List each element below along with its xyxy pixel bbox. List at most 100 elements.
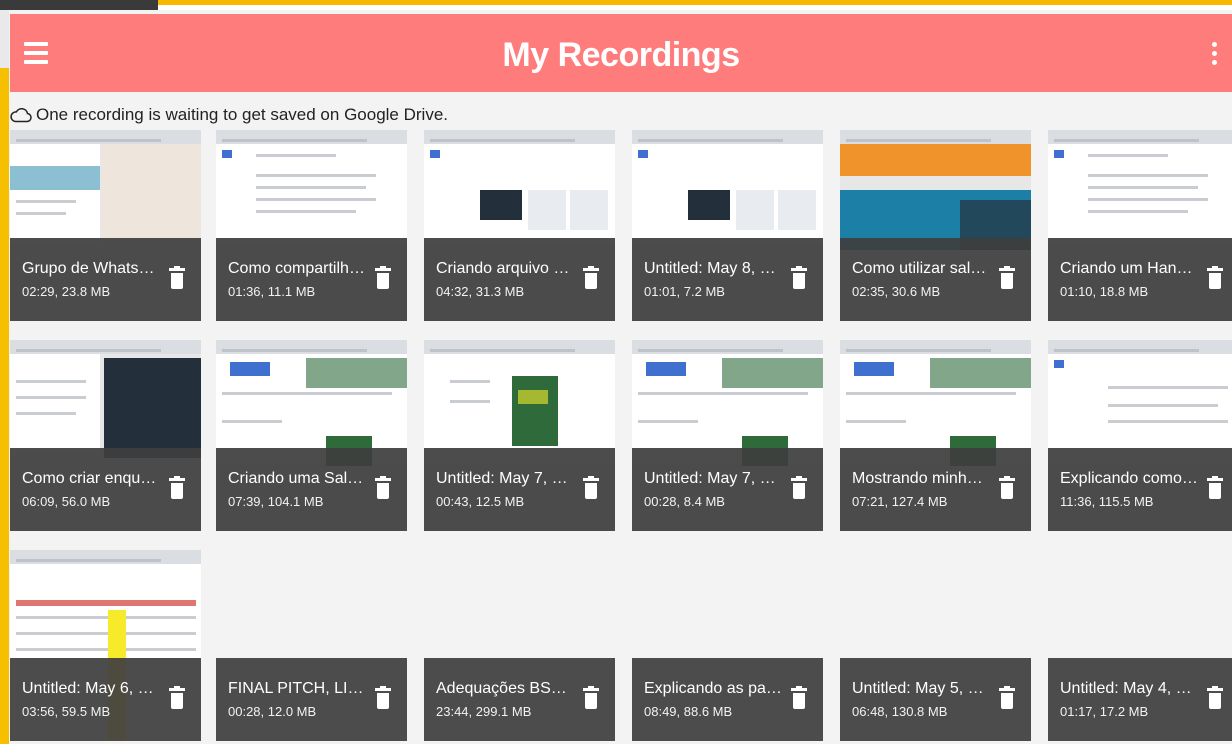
recording-meta: 03:56, 59.5 MB — [22, 704, 111, 719]
recording-info: Untitled: May 8, 202... 01:01, 7.2 MB — [632, 238, 823, 321]
recording-card[interactable]: Explicando as pasta... 08:49, 88.6 MB — [632, 550, 823, 741]
more-vert-icon[interactable] — [1210, 42, 1218, 68]
recording-info: Grupo de WhatsApp... 02:29, 23.8 MB — [10, 238, 201, 321]
recording-meta: 04:32, 31.3 MB — [436, 284, 525, 299]
trash-icon[interactable] — [169, 686, 185, 710]
recording-meta: 00:43, 12.5 MB — [436, 494, 525, 509]
recording-title: FINAL PITCH, LIST... — [228, 680, 366, 697]
recording-meta: 07:39, 104.1 MB — [228, 494, 324, 509]
trash-icon[interactable] — [583, 686, 599, 710]
trash-icon[interactable] — [583, 476, 599, 500]
recording-info: Criando uma Sala d... 07:39, 104.1 MB — [216, 448, 407, 531]
recording-info: FINAL PITCH, LIST... 00:28, 12.0 MB — [216, 658, 407, 741]
save-notice-text: One recording is waiting to get saved on… — [36, 105, 449, 124]
recording-card[interactable]: Mostrando minha tur... 07:21, 127.4 MB — [840, 340, 1031, 531]
recording-info: Como criar enquete... 06:09, 56.0 MB — [10, 448, 201, 531]
trash-icon[interactable] — [791, 266, 807, 290]
recording-meta: 11:36, 115.5 MB — [1060, 494, 1154, 509]
recording-title: Untitled: May 5, 202... — [852, 680, 990, 697]
recording-meta: 01:17, 17.2 MB — [1060, 704, 1149, 719]
recording-meta: 00:28, 12.0 MB — [228, 704, 317, 719]
trash-icon[interactable] — [791, 686, 807, 710]
recording-meta: 02:29, 23.8 MB — [22, 284, 111, 299]
left-edge-gap — [0, 10, 9, 68]
trash-icon[interactable] — [791, 476, 807, 500]
recording-info: Explicando como re... 11:36, 115.5 MB — [1048, 448, 1232, 531]
browser-accent-bar — [158, 0, 1232, 5]
recording-info: Mostrando minha tur... 07:21, 127.4 MB — [840, 448, 1031, 531]
recording-card[interactable]: Untitled: May 7, 202... 00:43, 12.5 MB — [424, 340, 615, 531]
trash-icon[interactable] — [999, 686, 1015, 710]
recording-card[interactable]: Criando uma Sala d... 07:39, 104.1 MB — [216, 340, 407, 531]
trash-icon[interactable] — [1207, 266, 1223, 290]
left-window-edge — [0, 10, 9, 744]
recording-title: Untitled: May 7, 202... — [436, 470, 574, 487]
trash-icon[interactable] — [1207, 686, 1223, 710]
recording-card[interactable]: Criando um Hangout 01:10, 18.8 MB — [1048, 130, 1232, 321]
recording-title: Grupo de WhatsApp... — [22, 260, 160, 277]
browser-tab-area — [0, 0, 158, 10]
trash-icon[interactable] — [375, 266, 391, 290]
save-notice: One recording is waiting to get saved on… — [10, 104, 448, 126]
recording-title: Como compartilhar ... — [228, 260, 366, 277]
recording-info: Untitled: May 4, 202... 01:17, 17.2 MB — [1048, 658, 1232, 741]
trash-icon[interactable] — [375, 476, 391, 500]
recording-title: Untitled: May 6, 202... — [22, 680, 160, 697]
trash-icon[interactable] — [1207, 476, 1223, 500]
trash-icon[interactable] — [999, 266, 1015, 290]
recording-title: Como utilizar salas ... — [852, 260, 990, 277]
recording-info: Untitled: May 7, 202... 00:43, 12.5 MB — [424, 448, 615, 531]
recording-meta: 02:35, 30.6 MB — [852, 284, 941, 299]
recording-title: Criando um Hangout — [1060, 260, 1198, 277]
trash-icon[interactable] — [583, 266, 599, 290]
recording-info: Como utilizar salas ... 02:35, 30.6 MB — [840, 238, 1031, 321]
recording-title: Explicando as pasta... — [644, 680, 782, 697]
recording-info: Untitled: May 5, 202... 06:48, 130.8 MB — [840, 658, 1031, 741]
recording-info: Untitled: May 6, 202... 03:56, 59.5 MB — [10, 658, 201, 741]
recording-meta: 01:36, 11.1 MB — [228, 284, 316, 299]
recording-title: Como criar enquete... — [22, 470, 160, 487]
recording-title: Criando uma Sala d... — [228, 470, 366, 487]
recording-meta: 06:48, 130.8 MB — [852, 704, 948, 719]
recording-card[interactable]: Untitled: May 8, 202... 01:01, 7.2 MB — [632, 130, 823, 321]
recording-card[interactable]: FINAL PITCH, LIST... 00:28, 12.0 MB — [216, 550, 407, 741]
recordings-grid: Grupo de WhatsApp... 02:29, 23.8 MB Como c… — [10, 130, 1232, 744]
recording-meta: 08:49, 88.6 MB — [644, 704, 733, 719]
recording-card[interactable]: Grupo de WhatsApp... 02:29, 23.8 MB — [10, 130, 201, 321]
app-bar: My Recordings — [10, 14, 1232, 92]
recording-title: Untitled: May 8, 202... — [644, 260, 782, 277]
recording-card[interactable]: Untitled: May 7, 202... 00:28, 8.4 MB — [632, 340, 823, 531]
trash-icon[interactable] — [375, 686, 391, 710]
recording-meta: 06:09, 56.0 MB — [22, 494, 111, 509]
recording-meta: 23:44, 299.1 MB — [436, 704, 532, 719]
trash-icon[interactable] — [999, 476, 1015, 500]
recording-card[interactable]: Como utilizar salas ... 02:35, 30.6 MB — [840, 130, 1031, 321]
recording-card[interactable]: Untitled: May 4, 202... 01:17, 17.2 MB — [1048, 550, 1232, 741]
recording-title: Untitled: May 7, 202... — [644, 470, 782, 487]
recording-meta: 07:21, 127.4 MB — [852, 494, 948, 509]
recording-card[interactable]: Adequações BSC M... 23:44, 299.1 MB — [424, 550, 615, 741]
recording-card[interactable]: Criando arquivo no ... 04:32, 31.3 MB — [424, 130, 615, 321]
recording-meta: 01:01, 7.2 MB — [644, 284, 725, 299]
trash-icon[interactable] — [169, 266, 185, 290]
recording-title: Criando arquivo no ... — [436, 260, 574, 277]
recording-card[interactable]: Como compartilhar ... 01:36, 11.1 MB — [216, 130, 407, 321]
recording-meta: 01:10, 18.8 MB — [1060, 284, 1149, 299]
recording-card[interactable]: Explicando como re... 11:36, 115.5 MB — [1048, 340, 1232, 531]
browser-top-strip — [0, 0, 1232, 10]
recording-card[interactable]: Untitled: May 5, 202... 06:48, 130.8 MB — [840, 550, 1031, 741]
recording-info: Como compartilhar ... 01:36, 11.1 MB — [216, 238, 407, 321]
recording-title: Adequações BSC M... — [436, 680, 574, 697]
recording-card[interactable]: Untitled: May 6, 202... 03:56, 59.5 MB — [10, 550, 201, 741]
recording-title: Mostrando minha tur... — [852, 470, 990, 487]
recording-info: Explicando as pasta... 08:49, 88.6 MB — [632, 658, 823, 741]
recording-title: Explicando como re... — [1060, 470, 1198, 487]
recording-info: Criando um Hangout 01:10, 18.8 MB — [1048, 238, 1232, 321]
trash-icon[interactable] — [169, 476, 185, 500]
page-title: My Recordings — [502, 36, 740, 74]
recording-info: Criando arquivo no ... 04:32, 31.3 MB — [424, 238, 615, 321]
recording-meta: 00:28, 8.4 MB — [644, 494, 725, 509]
cloud-icon — [10, 108, 32, 123]
recording-card[interactable]: Como criar enquete... 06:09, 56.0 MB — [10, 340, 201, 531]
recording-info: Untitled: May 7, 202... 00:28, 8.4 MB — [632, 448, 823, 531]
